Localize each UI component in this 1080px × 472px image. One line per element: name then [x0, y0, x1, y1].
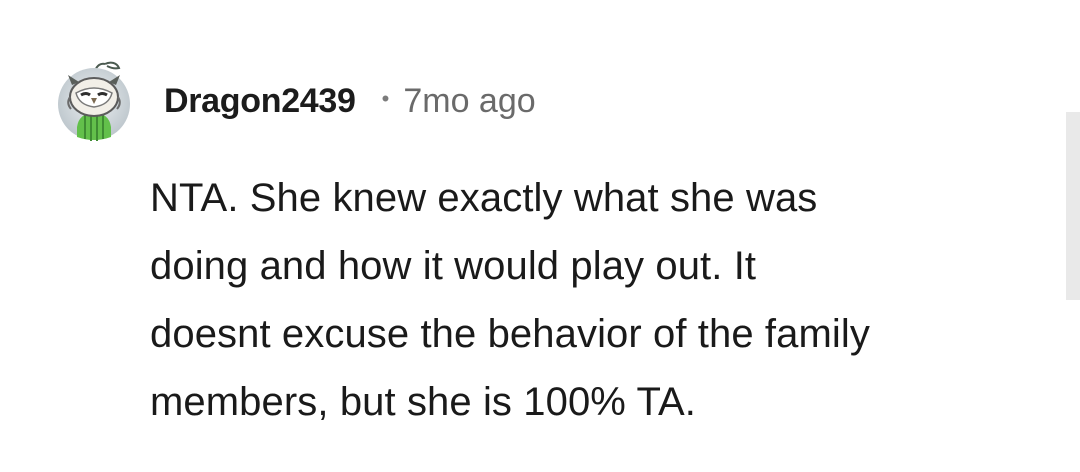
user-avatar-icon[interactable] [57, 57, 133, 141]
username-link[interactable]: Dragon2439 [164, 82, 356, 121]
meta-separator: • [381, 86, 390, 111]
timestamp: 7mo ago [403, 81, 536, 120]
comment-header: Dragon2439 • 7mo ago [164, 78, 536, 124]
owl-avatar-icon [58, 61, 130, 141]
comment: Dragon2439 • 7mo ago NTA. She knew exact… [0, 0, 1080, 472]
comment-body: NTA. She knew exactly what she was doing… [150, 176, 870, 424]
scrollbar-thumb[interactable] [1066, 112, 1080, 300]
